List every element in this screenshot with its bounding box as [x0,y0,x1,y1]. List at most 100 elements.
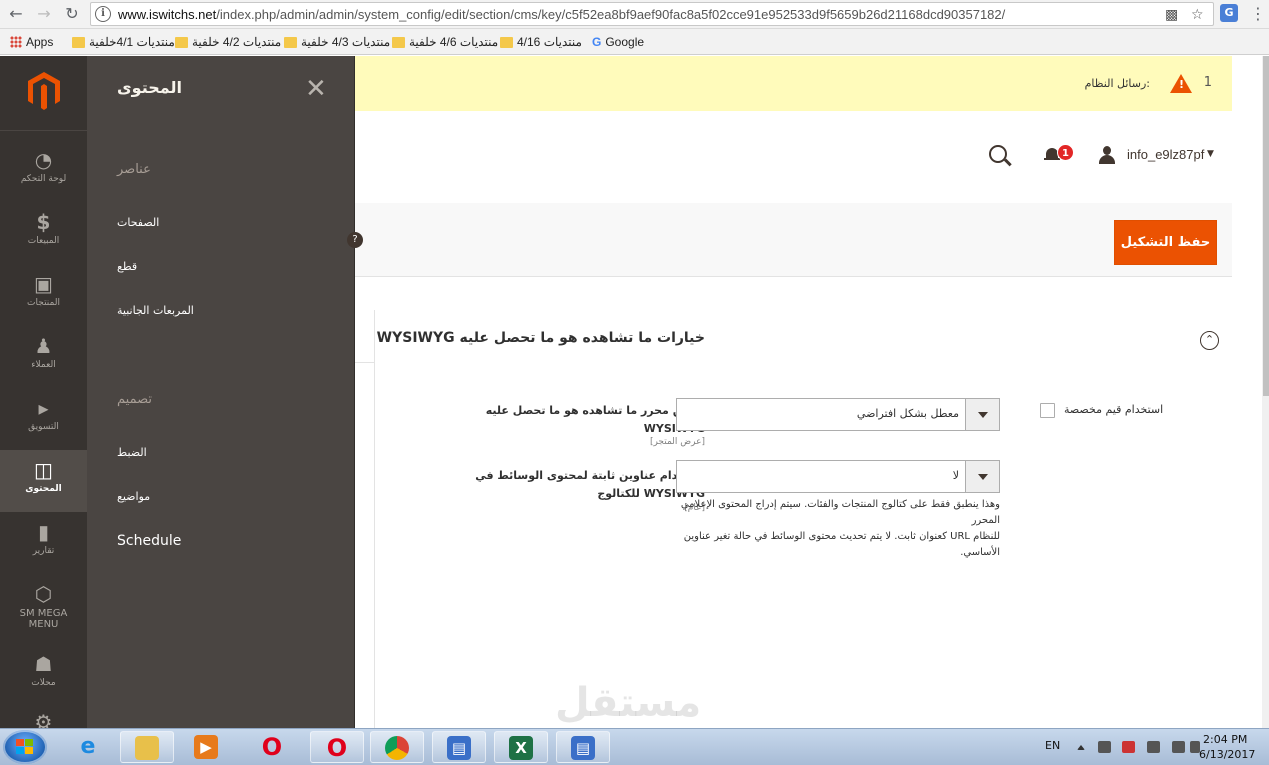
bookmark-folder[interactable]: منتديات 4/2 خلفية [175,34,281,50]
page-header: 1 info_e9lz87pf ▼ [355,111,1232,203]
network-tray-icon[interactable] [1172,741,1185,753]
chrome-icon [385,736,409,760]
save-config-button[interactable]: حفظ التشكيل [1114,220,1217,265]
bookmark-folder[interactable]: منتديات 4/6 خلفية [392,34,498,50]
nav-content[interactable]: ◫ المحتوى [0,450,87,512]
translate-icon[interactable]: ▩ [1165,7,1178,23]
scrollbar-thumb[interactable] [1263,56,1269,396]
taskbar-network[interactable]: ▤ [432,731,486,763]
folder-icon [284,36,297,48]
user-icon[interactable] [1098,146,1116,164]
nav-label: المبيعات [27,236,60,246]
folder-icon [72,36,85,48]
network-icon: ▤ [447,736,471,760]
reload-icon[interactable]: ↻ [62,4,82,24]
tabs-column-body [355,363,375,728]
language-indicator[interactable]: EN [1045,739,1060,752]
nav-stores[interactable]: ☗ محلات [0,644,87,706]
nav-label: التسويق [28,422,59,432]
tray-expand-icon[interactable] [1077,745,1085,750]
nav-reports[interactable]: ▮ تقارير [0,512,87,574]
forward-icon[interactable]: → [34,4,54,24]
tray-app-icon[interactable] [1098,741,1111,753]
layout-icon: ◫ [34,458,53,482]
select-value: لا [952,469,959,482]
address-bar[interactable]: i www.iswitchs.net/index.php/admin/admin… [90,2,1214,26]
bookmark-star-icon[interactable]: ☆ [1191,7,1204,23]
chevron-down-icon[interactable] [965,461,999,492]
nav-marketing[interactable]: ▸ التسويق [0,388,87,450]
submenu-link-widgets[interactable]: المربعات الجانبية [117,304,194,317]
browser-toolbar: ← → ↻ i www.iswitchs.net/index.php/admin… [0,0,1269,29]
static-urls-select[interactable]: لا [676,460,1000,493]
taskbar-opera-2[interactable]: O [310,731,364,763]
user-name[interactable]: info_e9lz87pf [1127,147,1204,162]
start-button[interactable] [3,730,47,764]
select-value: معطل بشكل افتراضي [856,407,959,420]
chevron-down-icon[interactable] [965,399,999,430]
bookmark-folder[interactable]: منتديات 4/16 [500,34,582,50]
nav-label: محلات [31,678,56,688]
use-custom-values-label[interactable]: استخدام قيم مخصصة [1064,403,1163,416]
nav-dashboard[interactable]: ◔ لوحة التحكم [0,140,87,202]
submenu-link-themes[interactable]: مواضيع [117,490,150,503]
excel-icon: X [509,736,533,760]
media-player-icon: ▶ [194,735,218,759]
section-title: WYSIWYG خيارات ما تشاهده هو ما تحصل عليه [376,330,705,346]
field-label-line: استخدام عناوين ثابتة لمحتوى الوسائط في [475,469,705,482]
taskbar-media[interactable]: ▶ [180,731,234,763]
system-message-label: رسائل النظام: [1084,77,1150,90]
bookmark-folder[interactable]: منتديات 4/1خلفية [72,34,175,50]
submenu-link-pages[interactable]: الصفحات [117,216,159,229]
bookmark-folder[interactable]: منتديات 4/3 خلفية [284,34,390,50]
system-messages-bar[interactable]: 1 ! رسائل النظام: [355,56,1232,111]
taskbar-chrome[interactable] [370,731,424,763]
collapse-icon[interactable]: ⌃ [1200,331,1219,350]
taskbar-opera[interactable]: O [246,731,300,763]
field-static-urls-label: استخدام عناوين ثابتة لمحتوى الوسائط في ل… [385,467,705,503]
tray-app-icon[interactable] [1122,741,1135,753]
submenu-link-configuration[interactable]: الضبط [117,446,147,459]
nav-sales[interactable]: $ المبيعات [0,202,87,264]
store-icon: ☗ [34,652,53,676]
bookmark-apps[interactable]: Apps [10,34,53,50]
taskbar-network-2[interactable]: ▤ [556,731,610,763]
nav-products[interactable]: ▣ المنتجات [0,264,87,326]
close-icon[interactable]: ✕ [305,74,327,104]
taskbar-ie[interactable]: e [62,731,116,763]
notification-badge[interactable]: 1 [1057,144,1074,161]
opera-icon: O [261,733,283,761]
use-custom-values-checkbox[interactable] [1040,403,1055,418]
chevron-down-icon[interactable]: ▼ [1207,149,1214,159]
magento-logo-icon[interactable] [24,70,64,110]
network-icon: ▤ [571,736,595,760]
help-icon[interactable]: ? [347,232,363,248]
field-note: وهذا ينطبق فقط على كتالوج المنتجات والفئ… [667,497,1000,561]
info-icon[interactable]: i [95,6,111,22]
search-icon[interactable] [989,145,1007,163]
bar-chart-icon: ▮ [37,520,49,544]
taskbar-explorer[interactable] [120,731,174,763]
admin-sidebar: ◔ لوحة التحكم $ المبيعات ▣ المنتجات ♟ ال… [0,56,87,728]
enable-editor-select[interactable]: معطل بشكل افتراضي [676,398,1000,431]
clock-time[interactable]: 2:04 PM [1203,733,1247,746]
submenu-link-blocks[interactable]: قطع [117,260,137,273]
apps-grid-icon [10,36,22,48]
taskbar-excel[interactable]: X [494,731,548,763]
field-enable-editor-label: تمكين محرر ما تشاهده هو ما تحصل عليه WYS… [385,402,705,438]
system-message-count: 1 [1203,75,1212,90]
clock-date[interactable]: 6/13/2017 [1199,748,1255,761]
nav-sm-mega-menu[interactable]: ⬡ SM MEGA MENU [0,574,87,644]
nav-label: المنتجات [27,298,60,308]
tray-app-icon[interactable] [1147,741,1160,753]
bookmark-google[interactable]: G Google [592,34,644,50]
content-submenu-panel: المحتوى ✕ عناصر الصفحات قطع المربعات الج… [87,56,355,728]
wysiwyg-section-header[interactable]: WYSIWYG خيارات ما تشاهده هو ما تحصل عليه… [375,310,1232,363]
nav-customers[interactable]: ♟ العملاء [0,326,87,388]
nav-system[interactable]: ⚙ [0,702,87,728]
browser-menu-icon[interactable]: ⋮ [1250,4,1266,23]
google-translate-extension-icon[interactable]: G [1220,4,1238,22]
nav-label: لوحة التحكم [20,174,67,184]
submenu-link-schedule[interactable]: Schedule [117,533,181,549]
back-icon[interactable]: ← [6,4,26,24]
